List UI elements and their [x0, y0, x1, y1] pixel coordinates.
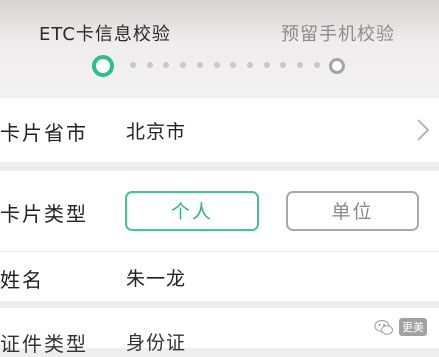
progress-dot — [230, 62, 237, 68]
card-type-label: 卡片类型 — [0, 202, 88, 226]
progress-dot — [163, 62, 170, 68]
progress-dot — [180, 62, 187, 68]
id-type-value[interactable]: 身份证 — [126, 328, 186, 355]
progress-dot — [130, 62, 136, 68]
card-type-row: 卡片类型 个人 单位 — [0, 171, 439, 251]
province-value: 北京市 — [126, 121, 187, 143]
step-etc-card-verify: ETC卡信息校验 — [39, 24, 171, 45]
active-step-indicator — [92, 55, 114, 77]
name-label: 姓名 — [0, 268, 44, 292]
progress-dot — [213, 62, 220, 68]
name-value[interactable]: 朱一龙 — [126, 264, 186, 291]
chevron-right-icon[interactable] — [411, 117, 433, 143]
personal-option-button[interactable]: 个人 — [125, 191, 259, 231]
progress-dot — [247, 62, 254, 68]
inactive-step-indicator — [329, 58, 345, 74]
step-phone-verify: 预留手机校验 — [281, 24, 395, 45]
progress-dot — [280, 62, 287, 68]
step-progress: ETC卡信息校验 预留手机校验 — [0, 0, 439, 96]
name-row[interactable]: 姓名 朱一龙 — [0, 251, 439, 301]
watermark: 更美 — [374, 318, 427, 336]
province-label: 卡片省市 — [0, 121, 88, 145]
company-option-button[interactable]: 单位 — [286, 191, 419, 231]
progress-dot — [196, 62, 203, 68]
progress-dot — [313, 62, 320, 68]
id-type-label: 证件类型 — [0, 332, 88, 356]
watermark-text: 更美 — [399, 318, 427, 336]
wechat-icon — [374, 319, 393, 335]
province-row[interactable]: 卡片省市 北京市 — [0, 98, 439, 162]
progress-dot — [263, 62, 270, 68]
progress-dot — [297, 62, 304, 68]
progress-dot — [146, 62, 153, 68]
step-connector-dots — [130, 62, 320, 68]
